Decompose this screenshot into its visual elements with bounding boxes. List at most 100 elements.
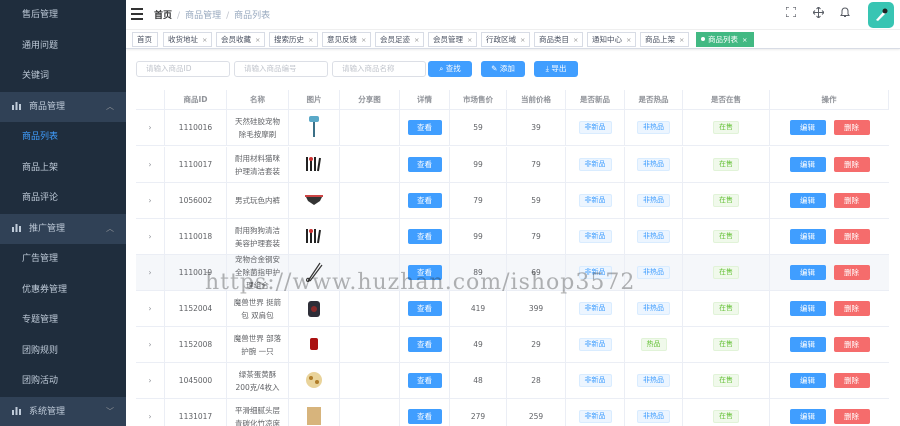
close-icon[interactable]: × <box>361 36 366 44</box>
close-icon[interactable]: × <box>467 36 472 44</box>
column-header: 市场售价 <box>450 90 507 109</box>
column-header: 商品ID <box>165 90 227 109</box>
tag-item[interactable]: 行政区域 × <box>481 31 531 47</box>
view-detail-button[interactable]: 查看 <box>407 337 442 352</box>
close-icon[interactable]: × <box>255 36 260 44</box>
close-icon[interactable]: × <box>520 36 525 44</box>
delete-button[interactable]: 删除 <box>833 301 870 316</box>
close-icon[interactable]: × <box>414 36 419 44</box>
delete-button[interactable]: 删除 <box>833 337 870 352</box>
sidebar-item[interactable]: 通用问题 <box>0 30 126 61</box>
view-detail-button[interactable]: 查看 <box>407 373 442 388</box>
delete-button[interactable]: 删除 <box>833 120 870 135</box>
chevron-right-icon[interactable]: › <box>148 268 151 277</box>
tag-item[interactable]: 会员管理 × <box>428 31 478 47</box>
delete-button[interactable]: 删除 <box>833 409 870 424</box>
cell: 399 <box>507 291 566 326</box>
chevron-right-icon[interactable]: › <box>148 412 151 421</box>
sidebar-item[interactable]: 优惠券管理 <box>0 274 126 305</box>
hamburger-icon[interactable] <box>131 8 143 20</box>
tag-item[interactable]: 搜索历史 × <box>269 31 319 47</box>
goods-id-input[interactable]: 请输入商品ID <box>136 61 230 77</box>
view-detail-button[interactable]: 查看 <box>407 265 442 280</box>
add-button[interactable]: ✎ 添加 <box>481 61 525 77</box>
delete-button[interactable]: 删除 <box>833 193 870 208</box>
tag-item[interactable]: 商品上架 × <box>640 31 690 47</box>
sidebar-item[interactable]: 商品评论 <box>0 183 126 214</box>
export-button[interactable]: ⤓ 导出 <box>534 61 578 77</box>
tag-item[interactable]: 意见反馈 × <box>322 31 372 47</box>
view-detail-button[interactable]: 查看 <box>407 157 442 172</box>
edit-button[interactable]: 编辑 <box>789 337 826 352</box>
chevron-right-icon[interactable]: › <box>148 196 151 205</box>
cell <box>340 291 400 326</box>
chevron-right-icon[interactable]: › <box>148 160 151 169</box>
delete-button[interactable]: 删除 <box>833 229 870 244</box>
edit-button[interactable]: 编辑 <box>789 120 826 135</box>
edit-button[interactable]: 编辑 <box>789 229 826 244</box>
tag-item[interactable]: 首页 <box>132 31 158 47</box>
tag-item[interactable]: 会员足迹 × <box>375 31 425 47</box>
market-price: 419 <box>470 304 486 313</box>
tag-item[interactable]: 收货地址 × <box>163 31 213 47</box>
view-detail-button[interactable]: 查看 <box>407 229 442 244</box>
cell: 99 <box>450 219 507 254</box>
chevron-right-icon[interactable]: › <box>148 340 151 349</box>
sidebar-group[interactable]: 推广管理 ︿ <box>0 213 126 244</box>
bell-icon[interactable] <box>840 7 850 19</box>
tag-item[interactable]: 商品列表 × <box>696 31 754 47</box>
move-icon[interactable] <box>812 6 825 19</box>
goods-id: 1131017 <box>178 412 213 421</box>
sidebar-item[interactable]: 商品列表 <box>0 122 126 153</box>
close-icon[interactable]: × <box>742 36 747 44</box>
edit-button[interactable]: 编辑 <box>789 193 826 208</box>
cell: 1110019 <box>165 255 227 290</box>
view-detail-button[interactable]: 查看 <box>407 409 442 424</box>
close-icon[interactable]: × <box>308 36 313 44</box>
sidebar-item[interactable]: 团购规则 <box>0 335 126 366</box>
goods-sn-input[interactable]: 请输入商品编号 <box>234 61 328 77</box>
sidebar-group[interactable]: 系统管理 ﹀ <box>0 396 126 426</box>
delete-button[interactable]: 删除 <box>833 157 870 172</box>
chevron-right-icon[interactable]: › <box>148 304 151 313</box>
cell: 48 <box>450 363 507 398</box>
edit-button[interactable]: 编辑 <box>789 265 826 280</box>
edit-button[interactable]: 编辑 <box>789 301 826 316</box>
sidebar-item[interactable]: 专题管理 <box>0 305 126 336</box>
view-detail-button[interactable]: 查看 <box>407 301 442 316</box>
view-detail-button[interactable]: 查看 <box>407 193 442 208</box>
tag-item[interactable]: 通知中心 × <box>587 31 637 47</box>
chevron-right-icon[interactable]: › <box>148 376 151 385</box>
sidebar-item[interactable]: 广告管理 <box>0 244 126 275</box>
edit-button[interactable]: 编辑 <box>789 373 826 388</box>
close-icon[interactable]: × <box>573 36 578 44</box>
user-avatar[interactable] <box>868 2 894 28</box>
delete-button[interactable]: 删除 <box>833 373 870 388</box>
search-button[interactable]: ⌕ 查找 <box>428 61 472 77</box>
column-header: 图片 <box>289 90 340 109</box>
tag-item[interactable]: 会员收藏 × <box>216 31 266 47</box>
breadcrumb-home[interactable]: 首页 <box>154 11 172 21</box>
cell <box>289 291 340 326</box>
tag-item[interactable]: 商品类目 × <box>534 31 584 47</box>
sidebar-group[interactable]: 商品管理 ︿ <box>0 91 126 122</box>
sidebar-item[interactable]: 关键词 <box>0 61 126 92</box>
cell: 编辑 删除 <box>770 219 889 254</box>
edit-button[interactable]: 编辑 <box>789 409 826 424</box>
bar-chart-icon <box>12 93 21 110</box>
sidebar-item[interactable]: 团购活动 <box>0 366 126 397</box>
close-icon[interactable]: × <box>202 36 207 44</box>
goods-name-input[interactable]: 请输入商品名称 <box>332 61 426 77</box>
close-icon[interactable]: × <box>626 36 631 44</box>
chevron-right-icon[interactable]: › <box>148 232 151 241</box>
fullscreen-icon[interactable] <box>785 6 797 19</box>
cell: 非热品 <box>625 363 683 398</box>
sidebar-item[interactable]: 售后管理 <box>0 0 126 31</box>
chevron-right-icon[interactable]: › <box>148 123 151 132</box>
view-detail-button[interactable]: 查看 <box>407 120 442 135</box>
close-icon[interactable]: × <box>679 36 684 44</box>
cell: › <box>136 110 165 145</box>
delete-button[interactable]: 删除 <box>833 265 870 280</box>
edit-button[interactable]: 编辑 <box>789 157 826 172</box>
sidebar-item[interactable]: 商品上架 <box>0 152 126 183</box>
